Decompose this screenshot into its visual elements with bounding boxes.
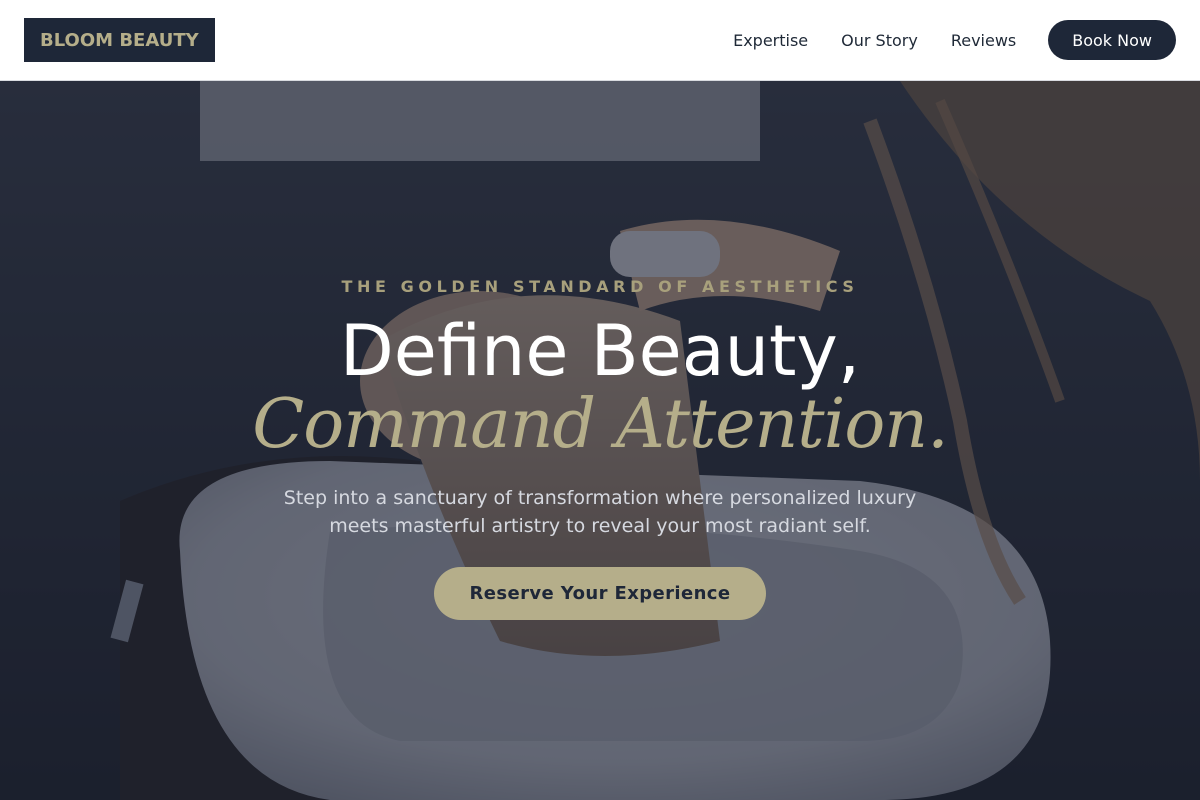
nav-link-reviews[interactable]: Reviews bbox=[951, 31, 1016, 50]
hero-subtitle: Step into a sanctuary of transformation … bbox=[283, 487, 917, 537]
main-nav: Expertise Our Story Reviews Book Now bbox=[733, 20, 1176, 60]
hero-title-line-1: Define Beauty, bbox=[339, 310, 861, 392]
hero-eyebrow: THE GOLDEN STANDARD OF AESTHETICS bbox=[341, 277, 859, 296]
book-now-button[interactable]: Book Now bbox=[1048, 20, 1176, 60]
reserve-experience-button[interactable]: Reserve Your Experience bbox=[434, 567, 766, 620]
hero-content: THE GOLDEN STANDARD OF AESTHETICS Define… bbox=[0, 81, 1200, 800]
nav-link-expertise[interactable]: Expertise bbox=[733, 31, 808, 50]
hero-title-line-2: Command Attention. bbox=[252, 385, 948, 464]
site-header: BLOOM BEAUTY Expertise Our Story Reviews… bbox=[0, 0, 1200, 81]
hero-section: THE GOLDEN STANDARD OF AESTHETICS Define… bbox=[0, 81, 1200, 800]
nav-link-our-story[interactable]: Our Story bbox=[841, 31, 918, 50]
brand-logo[interactable]: BLOOM BEAUTY bbox=[24, 18, 215, 62]
